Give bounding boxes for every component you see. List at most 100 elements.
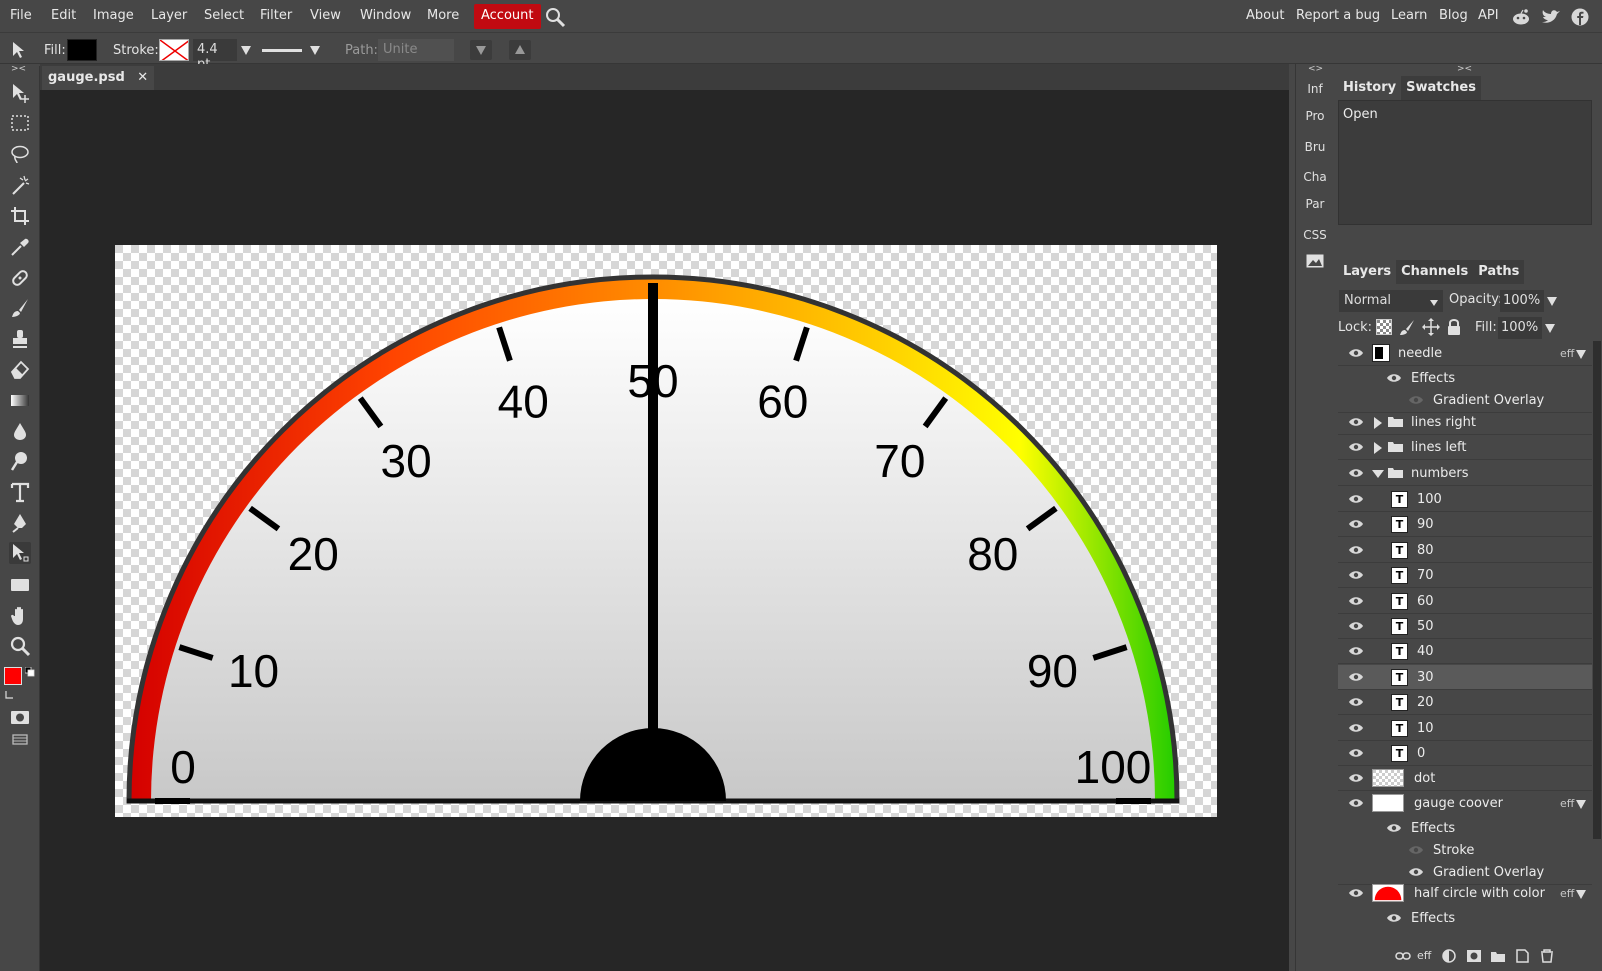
layer-group-lines-left[interactable]: lines left — [1338, 435, 1592, 460]
stroke-width-dropdown-icon[interactable] — [241, 46, 251, 55]
menu-file[interactable]: File — [10, 8, 32, 23]
layer-needle[interactable]: needle eff — [1338, 341, 1592, 366]
layer-text[interactable]: T 50 — [1338, 614, 1592, 639]
visibility-eye-icon[interactable] — [1348, 672, 1364, 682]
layer-mask-icon[interactable] — [1466, 949, 1482, 963]
stroke-style-selector[interactable] — [262, 49, 302, 52]
layer-text[interactable]: T 100 — [1338, 487, 1592, 512]
visibility-eye-icon[interactable] — [1408, 845, 1424, 855]
expand-icon[interactable]: <> — [1308, 64, 1323, 74]
crop-tool-icon[interactable] — [9, 205, 31, 227]
layer-text[interactable]: T 60 — [1338, 589, 1592, 614]
canvas[interactable]: 0102030405060708090100 — [115, 245, 1217, 817]
history-item-open[interactable]: Open — [1343, 107, 1378, 122]
effects-expand-icon[interactable] — [1576, 800, 1586, 809]
menu-window[interactable]: Window — [360, 8, 411, 23]
visibility-eye-icon[interactable] — [1348, 723, 1364, 733]
layer-text[interactable]: T 90 — [1338, 512, 1592, 538]
visibility-eye-icon[interactable] — [1348, 348, 1364, 358]
menu-image[interactable]: Image — [93, 8, 134, 23]
path-operation-select[interactable]: Unite — [378, 39, 454, 61]
visibility-eye-icon[interactable] — [1348, 888, 1364, 898]
eyedropper-tool-icon[interactable] — [9, 236, 31, 258]
path-up-button[interactable] — [509, 40, 531, 60]
menu-api[interactable]: API — [1478, 8, 1499, 23]
layer-half-circle[interactable]: half circle with color eff — [1338, 881, 1592, 906]
menu-about[interactable]: About — [1246, 8, 1284, 23]
tab-layers[interactable]: Layers — [1338, 260, 1397, 284]
lock-pixels-icon[interactable] — [1398, 318, 1416, 336]
expand-arrow-icon[interactable] — [1374, 442, 1382, 454]
layer-group-lines-right[interactable]: lines right — [1338, 410, 1592, 435]
menu-learn[interactable]: Learn — [1391, 8, 1427, 23]
visibility-eye-icon[interactable] — [1348, 570, 1364, 580]
blur-tool-icon[interactable] — [9, 420, 31, 442]
fill-opacity-input[interactable]: 100% — [1498, 317, 1542, 339]
move-tool-icon[interactable] — [9, 82, 31, 104]
visibility-eye-icon[interactable] — [1348, 748, 1364, 758]
layer-effects-button[interactable]: eff — [1417, 949, 1431, 962]
menu-select[interactable]: Select — [204, 8, 244, 23]
blend-mode-select[interactable]: Normal — [1339, 290, 1443, 312]
panel-properties-button[interactable]: Pro — [1296, 109, 1334, 123]
visibility-eye-icon[interactable] — [1348, 646, 1364, 656]
opacity-dropdown-icon[interactable] — [1547, 297, 1557, 306]
tab-history[interactable]: History — [1338, 76, 1402, 100]
collapse-right-icon[interactable]: >< — [1457, 64, 1472, 74]
effects-tag[interactable]: eff — [1560, 797, 1574, 810]
visibility-eye-icon[interactable] — [1348, 798, 1364, 808]
screen-mode-icon[interactable] — [9, 730, 31, 752]
layers-scrollbar[interactable] — [1593, 341, 1601, 839]
gradient-tool-icon[interactable] — [9, 389, 31, 411]
new-group-icon[interactable] — [1490, 949, 1506, 963]
path-select-tool-icon[interactable] — [10, 40, 30, 60]
stroke-color-swatch[interactable] — [159, 39, 189, 61]
facebook-icon[interactable] — [1570, 8, 1590, 26]
clone-stamp-tool-icon[interactable] — [9, 328, 31, 350]
path-selection-tool-icon[interactable] — [9, 542, 31, 564]
effects-row[interactable]: Effects — [1338, 906, 1592, 931]
menu-more[interactable]: More — [427, 8, 459, 23]
panel-brush-button[interactable]: Bru — [1296, 140, 1334, 154]
effects-tag[interactable]: eff — [1560, 347, 1574, 360]
panel-info-button[interactable]: Inf — [1296, 82, 1334, 96]
visibility-eye-icon[interactable] — [1348, 596, 1364, 606]
visibility-eye-icon[interactable] — [1386, 373, 1402, 383]
swap-colors-icon[interactable] — [4, 689, 14, 699]
visibility-eye-icon[interactable] — [1348, 468, 1364, 478]
layer-dot[interactable]: dot — [1338, 766, 1592, 791]
visibility-eye-icon[interactable] — [1348, 519, 1364, 529]
stroke-style-dropdown-icon[interactable] — [310, 46, 320, 55]
fill-opacity-dropdown-icon[interactable] — [1545, 324, 1555, 333]
blend-mode-dropdown-icon[interactable] — [1430, 300, 1438, 306]
panel-css-button[interactable]: CSS — [1296, 228, 1334, 242]
path-down-button[interactable] — [470, 40, 492, 60]
layer-text[interactable]: T 30 — [1338, 664, 1592, 690]
foreground-color-swatch[interactable] — [4, 667, 22, 685]
new-layer-icon[interactable] — [1514, 949, 1530, 963]
type-tool-icon[interactable] — [9, 481, 31, 503]
visibility-eye-icon[interactable] — [1348, 442, 1364, 452]
panel-character-button[interactable]: Cha — [1296, 170, 1334, 184]
lock-all-icon[interactable] — [1446, 318, 1462, 336]
visibility-eye-icon[interactable] — [1386, 823, 1402, 833]
visibility-eye-icon[interactable] — [1348, 697, 1364, 707]
link-layers-icon[interactable] — [1395, 949, 1411, 963]
expand-arrow-icon[interactable] — [1374, 417, 1382, 429]
collapse-icon[interactable]: >< — [11, 64, 26, 74]
lasso-tool-icon[interactable] — [9, 143, 31, 165]
delete-layer-icon[interactable] — [1539, 949, 1555, 963]
menu-filter[interactable]: Filter — [260, 8, 292, 23]
effects-expand-icon[interactable] — [1576, 350, 1586, 359]
marquee-tool-icon[interactable] — [9, 112, 31, 134]
brush-tool-icon[interactable] — [9, 297, 31, 319]
opacity-input[interactable]: 100% — [1500, 290, 1544, 312]
eraser-tool-icon[interactable] — [9, 358, 31, 380]
lock-position-icon[interactable] — [1422, 318, 1440, 336]
fill-color-swatch[interactable] — [67, 39, 97, 61]
document-tab[interactable]: gauge.psd ✕ — [42, 66, 155, 90]
adjustment-layer-icon[interactable] — [1441, 949, 1457, 963]
lock-transparency-icon[interactable] — [1376, 319, 1392, 335]
hand-tool-icon[interactable] — [9, 605, 31, 627]
rectangle-tool-icon[interactable] — [9, 574, 31, 596]
